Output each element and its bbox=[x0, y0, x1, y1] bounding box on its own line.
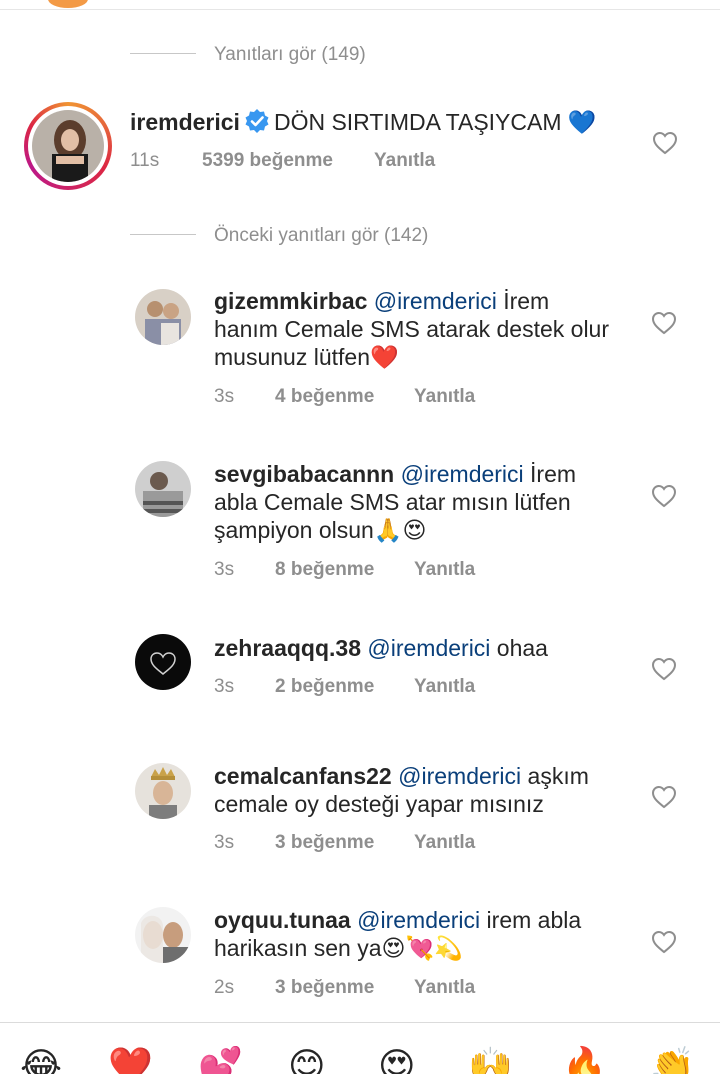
reply-body: İrem bbox=[523, 461, 577, 487]
reply-time: 3s bbox=[214, 832, 235, 853]
verified-badge-icon bbox=[244, 108, 270, 140]
comment-time: 11s bbox=[130, 150, 160, 171]
avatar-image bbox=[32, 110, 104, 182]
mention-link[interactable]: @iremderici bbox=[357, 907, 480, 933]
reply-button[interactable]: Yanıtla bbox=[414, 559, 475, 580]
like-heart-icon[interactable] bbox=[651, 785, 677, 809]
emoji-button[interactable]: 😍 bbox=[378, 1047, 416, 1074]
reply-body: cemale oy desteği yapar mısınız bbox=[214, 791, 544, 817]
reply-body: musunuz lütfen❤️ bbox=[214, 344, 399, 370]
reply-text: zehraaqqq.38 @iremderici ohaa bbox=[214, 634, 548, 662]
reply-meta: 2s 3 beğenme Yanıtla bbox=[214, 977, 475, 999]
like-heart-icon[interactable] bbox=[651, 930, 677, 954]
reply-body: ohaa bbox=[490, 635, 548, 661]
reply-time: 3s bbox=[214, 386, 235, 407]
like-heart-icon[interactable] bbox=[651, 657, 677, 681]
reply-text: oyquu.tunaa @iremderici irem abla harika… bbox=[214, 906, 581, 962]
reply-button[interactable]: Yanıtla bbox=[414, 676, 475, 697]
previous-avatar-peek bbox=[48, 0, 88, 8]
reply-text: gizemmkirbac @iremderici İrem hanım Cema… bbox=[214, 287, 609, 371]
reply-body: abla Cemale SMS atar mısın lütfen bbox=[214, 489, 571, 515]
reply-username[interactable]: cemalcanfans22 bbox=[214, 763, 392, 789]
thread-line bbox=[130, 234, 196, 235]
thread-line bbox=[130, 53, 196, 54]
emoji-button[interactable]: 😂 bbox=[20, 1047, 62, 1074]
reply-body: harikasın sen ya😍💘💫 bbox=[214, 935, 463, 961]
avatar[interactable] bbox=[135, 289, 191, 345]
emoji-reaction-bar: 😂 ❤️ 💕 😊 😍 🙌 🔥 👏 bbox=[0, 1022, 720, 1074]
reply-username[interactable]: sevgibabacannn bbox=[214, 461, 394, 487]
avatar[interactable] bbox=[135, 763, 191, 819]
reply-time: 3s bbox=[214, 559, 235, 580]
mention-link[interactable]: @iremderici bbox=[367, 635, 490, 661]
emoji-button[interactable]: 💕 bbox=[198, 1047, 243, 1074]
reply-username[interactable]: zehraaqqq.38 bbox=[214, 635, 361, 661]
reply-body: aşkım bbox=[521, 763, 589, 789]
reply-body: hanım Cemale SMS atarak destek olur bbox=[214, 316, 610, 342]
comment-body: DÖN SIRTIMDA TAŞIYCAM 💙 bbox=[273, 109, 597, 135]
emoji-button[interactable]: 😊 bbox=[288, 1047, 326, 1074]
story-ring-avatar[interactable] bbox=[24, 102, 112, 190]
top-edge bbox=[0, 0, 720, 10]
emoji-button[interactable]: ❤️ bbox=[108, 1047, 153, 1074]
likes-count[interactable]: 3 beğenme bbox=[275, 832, 414, 854]
likes-count[interactable]: 2 beğenme bbox=[275, 676, 414, 698]
emoji-button[interactable]: 🔥 bbox=[562, 1047, 607, 1074]
reply-time: 2s bbox=[214, 977, 235, 998]
likes-count[interactable]: 3 beğenme bbox=[275, 977, 414, 999]
previous-replies-link[interactable]: Önceki yanıtları gör (142) bbox=[214, 225, 428, 247]
emoji-button[interactable]: 👏 bbox=[650, 1047, 695, 1074]
reply-username[interactable]: oyquu.tunaa bbox=[214, 907, 351, 933]
main-comment-text: iremderici DÖN SIRTIMDA TAŞIYCAM 💙 bbox=[130, 108, 597, 140]
reply-meta: 3s 2 beğenme Yanıtla bbox=[214, 676, 475, 698]
reply-text: cemalcanfans22 @iremderici aşkım cemale … bbox=[214, 762, 589, 818]
reply-button[interactable]: Yanıtla bbox=[414, 977, 475, 998]
reply-body: şampiyon olsun🙏😍 bbox=[214, 517, 427, 543]
like-heart-icon[interactable] bbox=[651, 484, 677, 508]
reply-meta: 3s 8 beğenme Yanıtla bbox=[214, 559, 475, 581]
reply-button[interactable]: Yanıtla bbox=[414, 832, 475, 853]
like-heart-icon[interactable] bbox=[652, 131, 678, 155]
reply-meta: 3s 3 beğenme Yanıtla bbox=[214, 832, 475, 854]
view-replies-link[interactable]: Yanıtları gör (149) bbox=[214, 44, 366, 66]
mention-link[interactable]: @iremderici bbox=[401, 461, 524, 487]
likes-count[interactable]: 8 beğenme bbox=[275, 559, 414, 581]
reply-text: sevgibabacannn @iremderici İrem abla Cem… bbox=[214, 460, 576, 544]
likes-count[interactable]: 4 beğenme bbox=[275, 386, 414, 408]
reply-button[interactable]: Yanıtla bbox=[414, 386, 475, 407]
reply-body: İrem bbox=[496, 288, 550, 314]
mention-link[interactable]: @iremderici bbox=[374, 288, 497, 314]
reply-meta: 3s 4 beğenme Yanıtla bbox=[214, 386, 475, 408]
reply-body: irem abla bbox=[480, 907, 582, 933]
reply-username[interactable]: gizemmkirbac bbox=[214, 288, 367, 314]
like-heart-icon[interactable] bbox=[651, 311, 677, 335]
reply-button[interactable]: Yanıtla bbox=[374, 150, 435, 171]
avatar[interactable] bbox=[135, 461, 191, 517]
comment-meta: 11s 5399 beğenme Yanıtla bbox=[130, 150, 435, 172]
mention-link[interactable]: @iremderici bbox=[398, 763, 521, 789]
emoji-button[interactable]: 🙌 bbox=[468, 1047, 513, 1074]
avatar[interactable] bbox=[135, 634, 191, 690]
reply-time: 3s bbox=[214, 676, 235, 697]
likes-count[interactable]: 5399 beğenme bbox=[202, 150, 374, 172]
avatar[interactable] bbox=[135, 907, 191, 963]
comment-username[interactable]: iremderici bbox=[130, 109, 240, 135]
